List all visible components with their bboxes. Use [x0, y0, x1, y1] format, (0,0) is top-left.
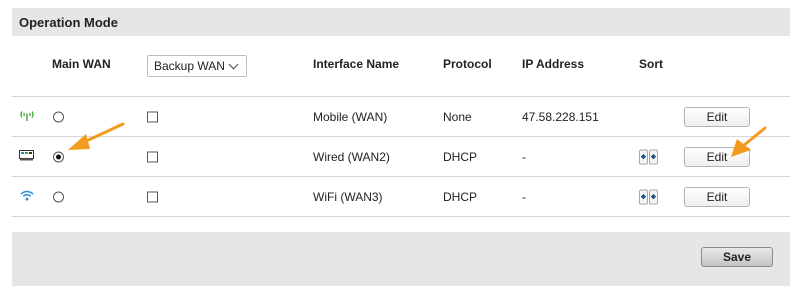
table-row: Mobile (WAN) None 47.58.228.151 Edit — [12, 97, 790, 137]
ip-address-header: IP Address — [522, 57, 585, 71]
mobile-signal-icon — [20, 109, 34, 124]
sort-header: Sort — [639, 57, 663, 71]
sort-up-button[interactable]: ◆ — [639, 149, 648, 164]
table-row: Wired (WAN2) DHCP - ◆ ◆ Edit — [12, 137, 790, 177]
edit-button[interactable]: Edit — [684, 186, 750, 207]
edit-button[interactable]: Edit — [684, 146, 750, 167]
interface-name: Mobile (WAN) — [313, 109, 388, 124]
sort-controls: ◆ ◆ — [639, 149, 658, 164]
section-title: Operation Mode — [12, 8, 790, 36]
ip-address-value: - — [522, 189, 526, 204]
backup-wan-checkbox-wifi[interactable] — [147, 191, 158, 202]
backup-wan-checkbox-wired[interactable] — [147, 151, 158, 162]
sort-up-button[interactable]: ◆ — [639, 189, 648, 204]
table-row: WiFi (WAN3) DHCP - ◆ ◆ Edit — [12, 177, 790, 217]
sort-down-button[interactable]: ◆ — [649, 149, 658, 164]
protocol-value: DHCP — [443, 149, 478, 164]
wan-table: Main WAN Backup WAN Interface Name Proto… — [12, 36, 790, 217]
sort-down-button[interactable]: ◆ — [649, 189, 658, 204]
main-wan-header: Main WAN — [52, 57, 111, 71]
ip-address-value: - — [522, 149, 526, 164]
save-button[interactable]: Save — [701, 247, 773, 267]
interface-name: WiFi (WAN3) — [313, 189, 383, 204]
ip-address-value: 47.58.228.151 — [522, 109, 599, 124]
ethernet-port-icon — [19, 149, 34, 164]
protocol-value: None — [443, 109, 472, 124]
footer-bar: Save — [12, 232, 790, 286]
interface-name: Wired (WAN2) — [313, 149, 390, 164]
main-wan-radio-mobile[interactable] — [53, 111, 64, 122]
protocol-header: Protocol — [443, 57, 492, 71]
interface-name-header: Interface Name — [313, 57, 400, 71]
main-wan-radio-wired[interactable] — [53, 151, 64, 162]
main-wan-radio-wifi[interactable] — [53, 191, 64, 202]
chevron-down-icon — [228, 59, 239, 70]
backup-wan-select-value: Backup WAN — [154, 59, 225, 73]
operation-mode-panel: Operation Mode — [12, 8, 790, 36]
sort-controls: ◆ ◆ — [639, 189, 658, 204]
edit-button[interactable]: Edit — [684, 106, 750, 127]
protocol-value: DHCP — [443, 189, 478, 204]
wifi-icon — [20, 189, 34, 204]
backup-wan-checkbox-mobile[interactable] — [147, 111, 158, 122]
backup-wan-select[interactable]: Backup WAN — [147, 55, 247, 77]
table-header-row: Main WAN Backup WAN Interface Name Proto… — [12, 36, 790, 97]
